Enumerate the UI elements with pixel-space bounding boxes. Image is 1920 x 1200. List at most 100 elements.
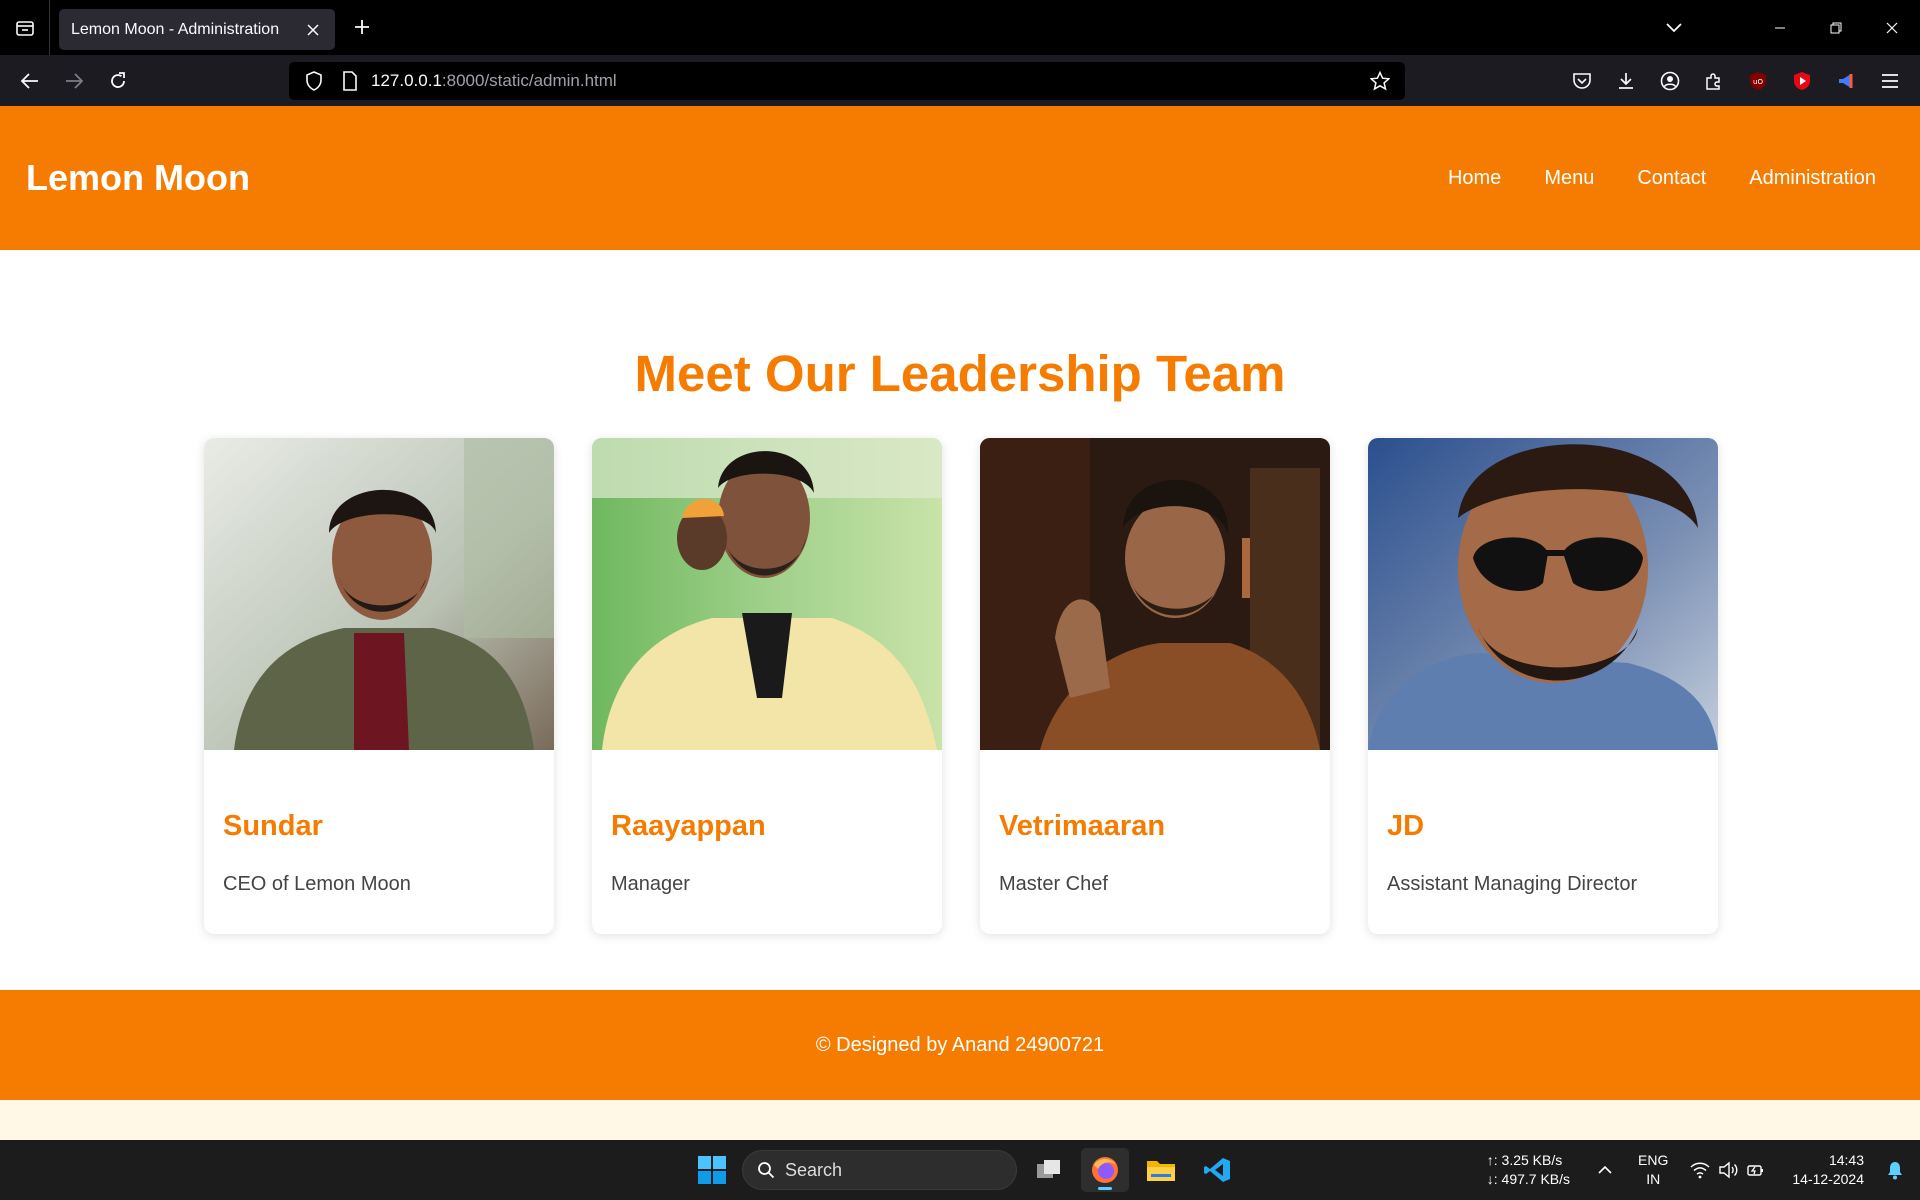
site-footer: © Designed by Anand 24900721 bbox=[0, 990, 1920, 1100]
network-speed: ↑: 3.25 KB/s ↓: 497.7 KB/s bbox=[1487, 1151, 1570, 1189]
taskbar-firefox[interactable] bbox=[1081, 1148, 1129, 1192]
pocket-button[interactable] bbox=[1560, 61, 1604, 101]
play-shield-icon bbox=[1794, 71, 1810, 90]
search-placeholder: Search bbox=[785, 1159, 843, 1180]
team-card-body: Raayappan Manager bbox=[592, 750, 942, 896]
site-nav: Home Menu Contact Administration bbox=[1448, 167, 1894, 190]
app-menu-button[interactable] bbox=[1868, 61, 1912, 101]
nav-link-menu[interactable]: Menu bbox=[1544, 167, 1594, 190]
team-member-role: Manager bbox=[611, 873, 690, 895]
megaphone-icon bbox=[1839, 73, 1853, 88]
folder-icon bbox=[1147, 1161, 1175, 1181]
clock[interactable]: 14:43 14-12-2024 bbox=[1792, 1151, 1864, 1189]
back-button[interactable] bbox=[8, 61, 52, 101]
team-member-role: Assistant Managing Director bbox=[1387, 873, 1638, 895]
system-tray: ↑: 3.25 KB/s ↓: 497.7 KB/s ENG IN 14:43 … bbox=[1487, 1140, 1920, 1200]
team-card-body: JD Assistant Managing Director bbox=[1368, 750, 1718, 896]
team-member-photo bbox=[592, 438, 942, 750]
page-icon[interactable] bbox=[335, 66, 365, 96]
download-speed: ↓: 497.7 KB/s bbox=[1486, 1171, 1571, 1187]
tab-title: Lemon Moon - Administration bbox=[71, 20, 280, 38]
minimize-button[interactable] bbox=[1752, 0, 1808, 55]
close-icon bbox=[307, 23, 319, 36]
input-language[interactable]: ENG IN bbox=[1638, 1151, 1668, 1189]
team-card-body: Vetrimaaran Master Chef bbox=[980, 750, 1330, 896]
window-controls bbox=[1752, 0, 1920, 55]
hamburger-menu-icon bbox=[1882, 73, 1898, 88]
start-button[interactable] bbox=[690, 1148, 734, 1192]
minimize-icon bbox=[1775, 27, 1785, 28]
taskbar-vscode[interactable] bbox=[1193, 1148, 1241, 1192]
arrow-right-icon bbox=[66, 72, 84, 89]
ublock-icon: uO bbox=[1750, 71, 1766, 90]
team-member-name: Raayappan bbox=[611, 810, 766, 842]
browser-tab-strip: Lemon Moon - Administration bbox=[0, 0, 1920, 55]
section-heading: Meet Our Leadership Team bbox=[634, 345, 1286, 402]
extensions-button[interactable] bbox=[1692, 61, 1736, 101]
site-logo[interactable]: Lemon Moon bbox=[26, 157, 250, 199]
team-card: Vetrimaaran Master Chef bbox=[980, 438, 1330, 934]
tab-list-button[interactable] bbox=[0, 0, 50, 55]
upload-speed: ↑: 3.25 KB/s bbox=[1486, 1152, 1563, 1168]
close-window-button[interactable] bbox=[1864, 0, 1920, 55]
team-cards: Sundar CEO of Lemon Moon Raayappan Manag… bbox=[204, 438, 1718, 934]
url-path: :8000/static/admin.html bbox=[441, 71, 617, 90]
wifi-icon bbox=[1690, 1162, 1710, 1179]
team-member-name: Vetrimaaran bbox=[999, 810, 1166, 842]
shield-icon[interactable] bbox=[299, 66, 329, 96]
team-member-name: JD bbox=[1387, 810, 1425, 842]
bookmark-star-icon[interactable] bbox=[1365, 66, 1395, 96]
clock-date: 14-12-2024 bbox=[1792, 1171, 1864, 1187]
taskbar-search[interactable]: Search bbox=[742, 1150, 1017, 1190]
quick-settings[interactable] bbox=[1690, 1161, 1766, 1179]
media-extension-button[interactable] bbox=[1824, 61, 1868, 101]
restore-button[interactable] bbox=[1808, 0, 1864, 55]
account-button[interactable] bbox=[1648, 61, 1692, 101]
url-host: 127.0.0.1 bbox=[371, 71, 442, 90]
task-view-button[interactable] bbox=[1025, 1148, 1073, 1192]
tab-list-icon bbox=[15, 20, 34, 36]
nav-link-contact[interactable]: Contact bbox=[1637, 167, 1706, 190]
team-member-photo bbox=[204, 438, 554, 750]
active-tab[interactable]: Lemon Moon - Administration bbox=[59, 9, 335, 50]
language-code: ENG bbox=[1638, 1152, 1669, 1168]
region-code: IN bbox=[1646, 1171, 1661, 1187]
notifications-button[interactable] bbox=[1880, 1160, 1910, 1180]
reload-button[interactable] bbox=[96, 61, 140, 101]
taskbar-apps: Search bbox=[690, 1148, 1241, 1192]
clock-time: 14:43 bbox=[1828, 1152, 1864, 1168]
footer-credit: © Designed by Anand 24900721 bbox=[815, 1033, 1105, 1056]
list-all-tabs-button[interactable] bbox=[1656, 12, 1692, 44]
nav-link-home[interactable]: Home bbox=[1448, 167, 1501, 190]
search-icon bbox=[758, 1162, 775, 1179]
plus-icon bbox=[355, 20, 369, 34]
bell-icon bbox=[1888, 1162, 1902, 1180]
taskbar-file-explorer[interactable] bbox=[1137, 1148, 1185, 1192]
forward-button[interactable] bbox=[52, 61, 96, 101]
address-bar[interactable]: 127.0.0.1:8000/static/admin.html bbox=[289, 62, 1405, 100]
arrow-left-icon bbox=[20, 72, 38, 89]
reload-icon bbox=[111, 71, 125, 88]
windows-logo-icon bbox=[698, 1156, 726, 1184]
team-member-role: Master Chef bbox=[999, 873, 1108, 895]
team-member-photo bbox=[1368, 438, 1718, 750]
team-card: JD Assistant Managing Director bbox=[1368, 438, 1718, 934]
browser-toolbar: uO bbox=[1560, 55, 1912, 106]
os-taskbar: Search ↑: 3.25 KB/s ↓: 497.7 KB/s ENG IN bbox=[0, 1140, 1920, 1200]
account-icon bbox=[1660, 71, 1680, 90]
svg-text:uO: uO bbox=[1753, 78, 1763, 86]
chevron-down-icon bbox=[1666, 23, 1682, 33]
team-member-photo bbox=[980, 438, 1330, 750]
tab-close-button[interactable] bbox=[303, 20, 323, 40]
battery-charging-icon bbox=[1747, 1165, 1764, 1176]
ublock-extension-button[interactable]: uO bbox=[1736, 61, 1780, 101]
downloads-button[interactable] bbox=[1604, 61, 1648, 101]
chevron-up-icon bbox=[1598, 1165, 1612, 1174]
download-icon bbox=[1619, 72, 1633, 89]
show-hidden-icons-button[interactable] bbox=[1590, 1165, 1620, 1175]
new-tab-button[interactable] bbox=[348, 13, 376, 41]
close-icon bbox=[1886, 22, 1898, 33]
restore-icon bbox=[1830, 22, 1842, 33]
nav-link-administration[interactable]: Administration bbox=[1749, 167, 1876, 190]
youtube-extension-button[interactable] bbox=[1780, 61, 1824, 101]
